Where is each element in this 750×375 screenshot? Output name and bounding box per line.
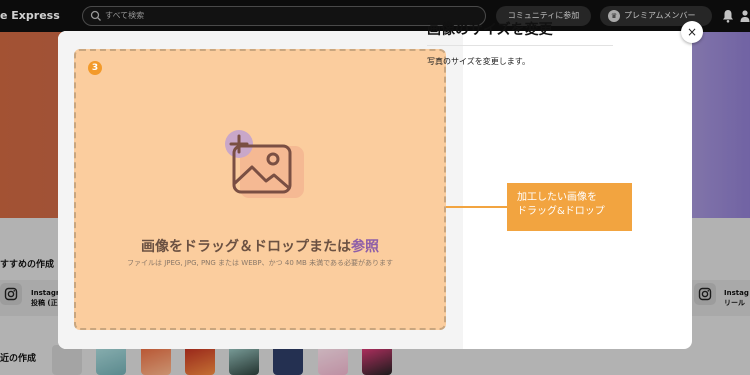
drop-pane: 3 画像をドラッグ＆ドロップまたは参照 ファイルは JPEG, JPG, PNG… bbox=[58, 31, 463, 349]
drop-title-text: 画像をドラッグ＆ドロップまたは bbox=[141, 239, 351, 255]
dialog-title: 画像のサイズを変更 bbox=[427, 22, 553, 38]
title-divider bbox=[427, 45, 613, 46]
instruction-callout: 加工したい画像を ドラッグ&ドロップ bbox=[507, 183, 632, 231]
drop-file-requirements: ファイルは JPEG, JPG, PNG または WEBP、かつ 40 MB 未… bbox=[126, 259, 394, 267]
step-badge: 3 bbox=[88, 61, 102, 75]
callout-line-2: ドラッグ&ドロップ bbox=[517, 206, 605, 217]
browse-link[interactable]: 参照 bbox=[351, 239, 379, 255]
drop-title: 画像をドラッグ＆ドロップまたは参照 bbox=[76, 236, 444, 256]
callout-connector bbox=[446, 206, 508, 208]
close-icon[interactable]: × bbox=[681, 21, 703, 43]
callout-line-1: 加工したい画像を bbox=[517, 192, 597, 203]
dialog-description: 写真のサイズを変更します。 bbox=[427, 57, 530, 66]
image-dropzone[interactable]: 3 画像をドラッグ＆ドロップまたは参照 ファイルは JPEG, JPG, PNG… bbox=[74, 49, 446, 330]
image-add-icon bbox=[225, 130, 304, 198]
